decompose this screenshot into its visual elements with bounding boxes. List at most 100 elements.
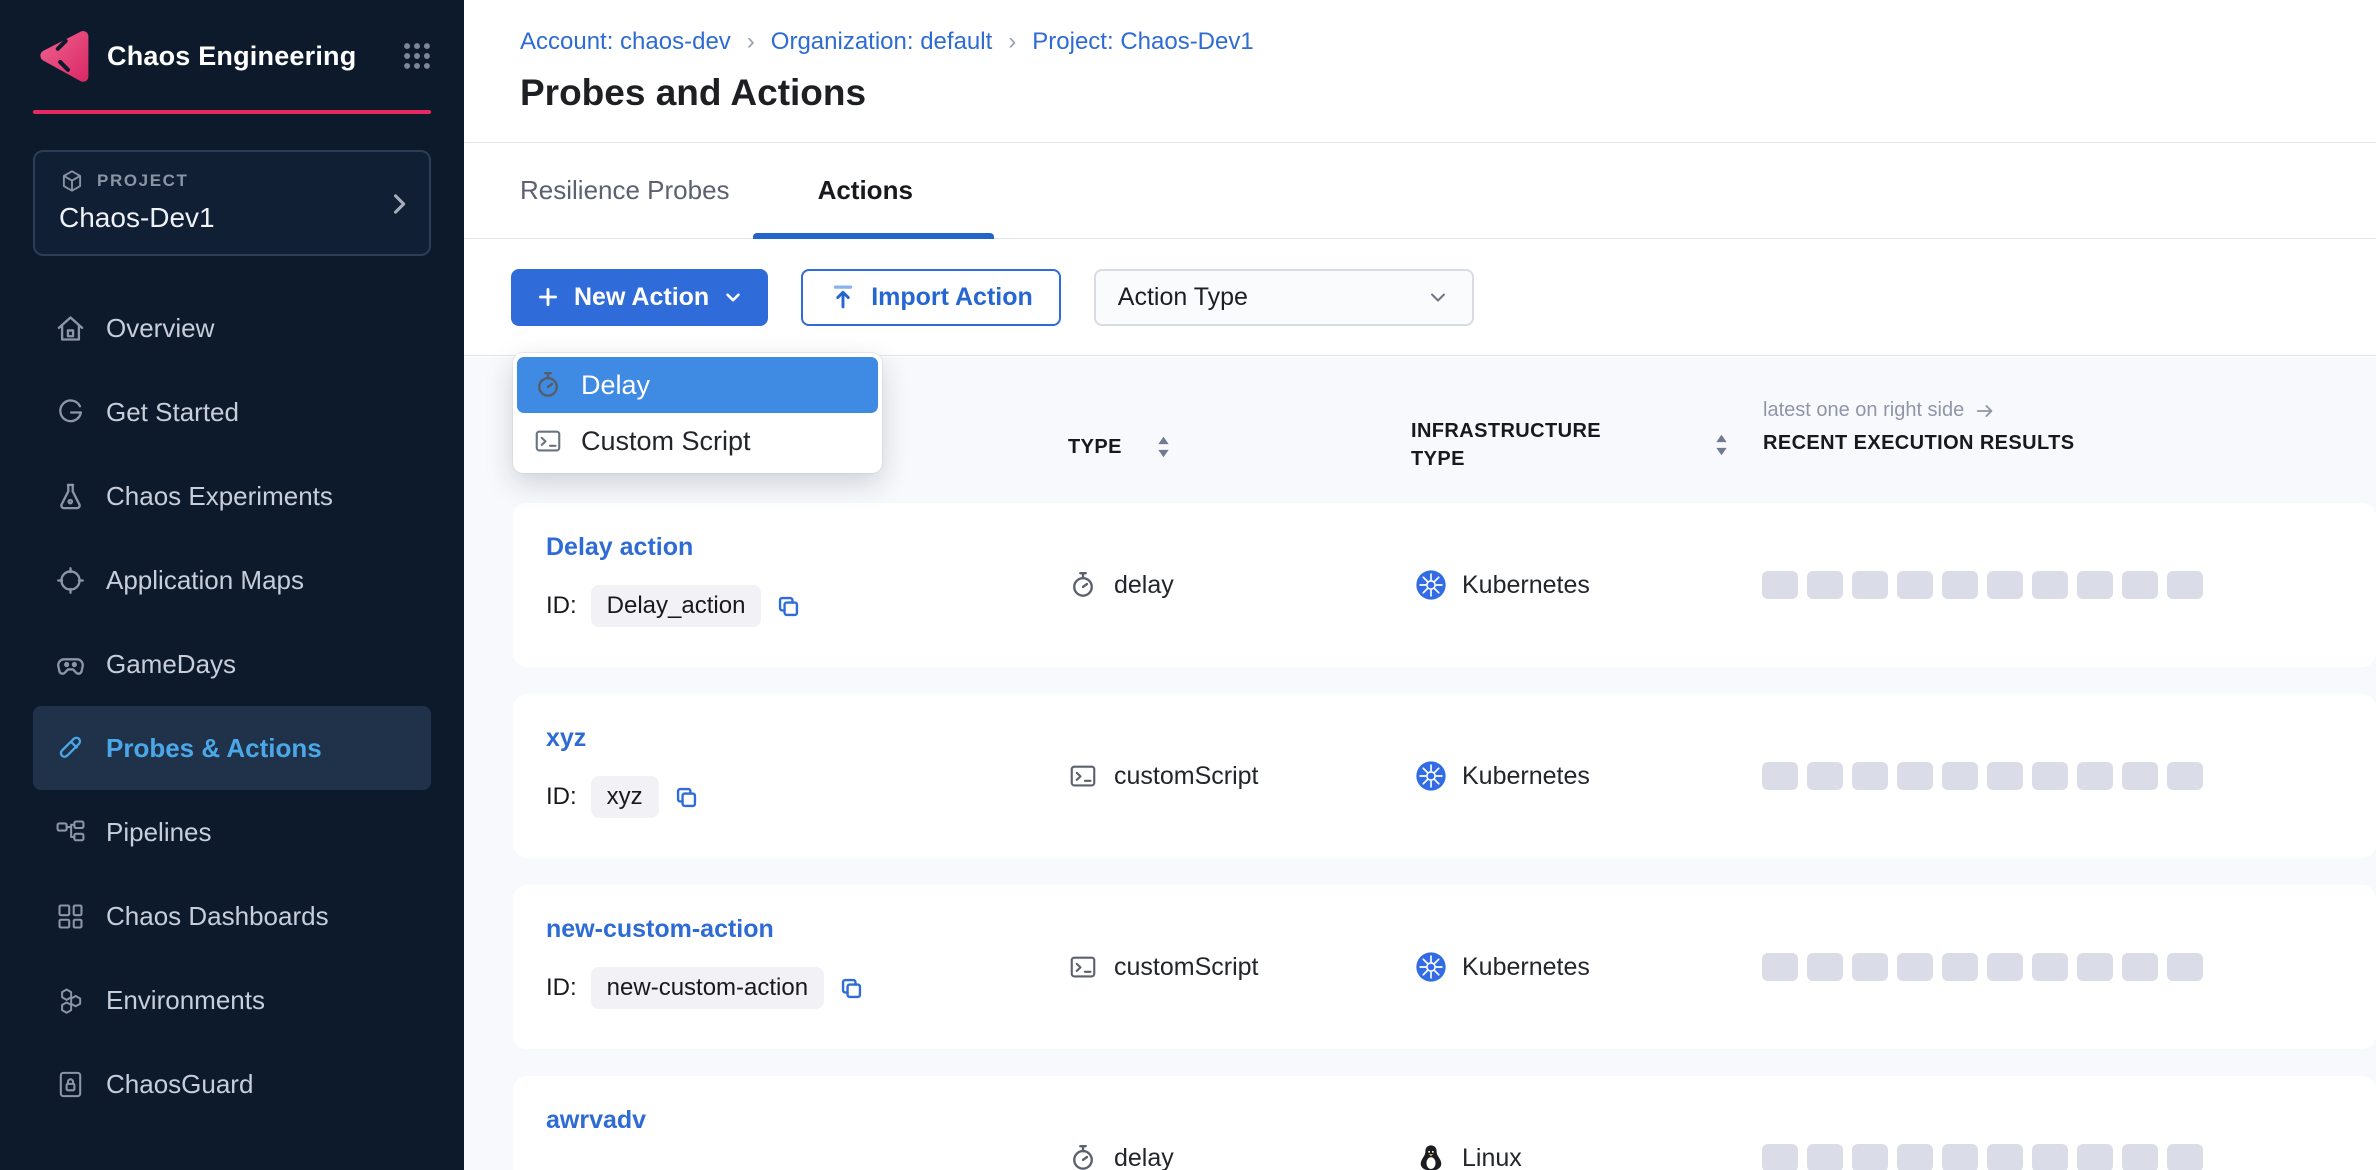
id-label: ID:: [546, 783, 577, 811]
recent-execution-results-cell: [1762, 762, 2203, 790]
sidebar-item-get-started[interactable]: Get Started: [33, 370, 431, 454]
table-row: new-custom-action ID: new-custom-action …: [513, 885, 2376, 1049]
id-label: ID:: [546, 592, 577, 620]
actions-table: TYPE INFRASTRUCTURE TYPE latest one on r…: [464, 357, 2376, 1170]
sidebar-item-label: GameDays: [106, 649, 236, 680]
execution-result-placeholder: [2167, 571, 2203, 599]
action-name-link[interactable]: awrvadv: [546, 1106, 646, 1135]
kubernetes-icon: [1415, 951, 1447, 983]
action-name-link[interactable]: xyz: [546, 724, 586, 753]
sort-icon[interactable]: [1714, 433, 1729, 457]
project-selector[interactable]: PROJECT Chaos-Dev1: [33, 150, 431, 256]
stopwatch-icon: [1068, 1143, 1098, 1170]
type-cell: customScript: [1068, 885, 1258, 1049]
app-switcher-grid-icon[interactable]: [400, 39, 434, 73]
copy-icon[interactable]: [775, 593, 802, 620]
tab-resilience-probes[interactable]: Resilience Probes: [520, 175, 730, 206]
execution-result-placeholder: [1807, 953, 1843, 981]
sidebar-item-chaosguard[interactable]: ChaosGuard: [33, 1042, 431, 1126]
sidebar-item-label: Chaos Experiments: [106, 481, 333, 512]
tab-actions[interactable]: Actions: [818, 175, 913, 206]
action-name-link[interactable]: new-custom-action: [546, 915, 774, 944]
execution-result-placeholder: [1762, 571, 1798, 599]
toolbar: New Action Import Action Action Type: [464, 239, 2376, 356]
execution-result-placeholder: [1852, 571, 1888, 599]
lock-icon: [55, 1069, 86, 1100]
app-title: Chaos Engineering: [107, 41, 384, 72]
hexagons-icon: [55, 985, 86, 1016]
results-note-text: latest one on right side: [1763, 399, 1964, 422]
execution-result-placeholder: [2032, 953, 2068, 981]
execution-result-placeholder: [2077, 762, 2113, 790]
execution-result-placeholder: [1897, 762, 1933, 790]
execution-result-placeholder: [1897, 1144, 1933, 1170]
breadcrumb-account-link[interactable]: Account: chaos-dev: [520, 28, 731, 56]
cube-icon: [59, 168, 85, 194]
tab-bar: Resilience Probes Actions: [464, 143, 2376, 239]
sidebar-item-label: ChaosGuard: [106, 1069, 253, 1100]
sidebar-item-label: Pipelines: [106, 817, 212, 848]
terminal-icon: [1068, 952, 1098, 982]
execution-result-placeholder: [2032, 571, 2068, 599]
sidebar-item-probes-actions[interactable]: Probes & Actions: [33, 706, 431, 790]
import-action-button[interactable]: Import Action: [801, 269, 1061, 326]
execution-result-placeholder: [1942, 953, 1978, 981]
new-action-button[interactable]: New Action: [511, 269, 768, 326]
breadcrumb-org-link[interactable]: Organization: default: [771, 28, 992, 56]
sidebar-header: Chaos Engineering: [0, 0, 464, 86]
sidebar-item-chaos-dashboards[interactable]: Chaos Dashboards: [33, 874, 431, 958]
breadcrumb-project-link[interactable]: Project: Chaos-Dev1: [1032, 28, 1253, 56]
execution-result-placeholder: [1762, 1144, 1798, 1170]
execution-result-placeholder: [1897, 571, 1933, 599]
menu-item-custom-script[interactable]: Custom Script: [517, 413, 878, 469]
execution-result-placeholder: [2077, 1144, 2113, 1170]
type-value: customScript: [1114, 953, 1258, 982]
column-header-type: TYPE: [1068, 436, 1122, 459]
table-row: awrvadv delay Linux: [513, 1076, 2376, 1170]
infrastructure-value: Kubernetes: [1462, 953, 1590, 982]
sidebar-item-label: Environments: [106, 985, 265, 1016]
execution-result-placeholder: [1852, 762, 1888, 790]
execution-result-placeholder: [1987, 1144, 2023, 1170]
execution-result-placeholder: [1987, 571, 2023, 599]
linux-icon: [1415, 1142, 1447, 1170]
sidebar-item-overview[interactable]: Overview: [33, 286, 431, 370]
sidebar-item-label: Probes & Actions: [106, 733, 322, 764]
action-type-select[interactable]: Action Type: [1094, 269, 1474, 326]
execution-result-placeholder: [1762, 762, 1798, 790]
page-title: Probes and Actions: [520, 72, 2376, 114]
main-content: Account: chaos-dev › Organization: defau…: [464, 0, 2376, 1170]
action-name-link[interactable]: Delay action: [546, 533, 693, 562]
id-value: Delay_action: [591, 585, 762, 627]
terminal-icon: [533, 426, 563, 456]
execution-result-placeholder: [2122, 1144, 2158, 1170]
execution-result-placeholder: [2122, 953, 2158, 981]
action-id: ID: new-custom-action: [546, 967, 865, 1009]
execution-result-placeholder: [2167, 953, 2203, 981]
execution-result-placeholder: [1852, 1144, 1888, 1170]
sidebar-item-chaos-experiments[interactable]: Chaos Experiments: [33, 454, 431, 538]
type-value: customScript: [1114, 762, 1258, 791]
menu-item-delay[interactable]: Delay: [517, 357, 878, 413]
infrastructure-cell: Kubernetes: [1415, 885, 1590, 1049]
sort-icon[interactable]: [1156, 435, 1171, 459]
action-id: ID: xyz: [546, 776, 700, 818]
chaos-engineering-logo-icon: [33, 26, 91, 86]
copy-icon[interactable]: [838, 975, 865, 1002]
chevron-down-icon: [1426, 285, 1450, 309]
sidebar-item-label: Application Maps: [106, 565, 304, 596]
test-tube-icon: [55, 733, 86, 764]
sidebar-item-application-maps[interactable]: Application Maps: [33, 538, 431, 622]
copy-icon[interactable]: [673, 784, 700, 811]
execution-result-placeholder: [1987, 953, 2023, 981]
infrastructure-cell: Kubernetes: [1415, 503, 1590, 667]
sidebar-item-pipelines[interactable]: Pipelines: [33, 790, 431, 874]
execution-result-placeholder: [1762, 953, 1798, 981]
id-value: xyz: [591, 776, 659, 818]
sidebar-item-gamedays[interactable]: GameDays: [33, 622, 431, 706]
new-action-dropdown-menu: DelayCustom Script: [513, 353, 882, 473]
recent-execution-results-cell: [1762, 1144, 2203, 1170]
sidebar-nav: OverviewGet Started Chaos Experiments Appl…: [0, 286, 464, 1126]
sidebar-item-environments[interactable]: Environments: [33, 958, 431, 1042]
execution-result-placeholder: [1807, 1144, 1843, 1170]
